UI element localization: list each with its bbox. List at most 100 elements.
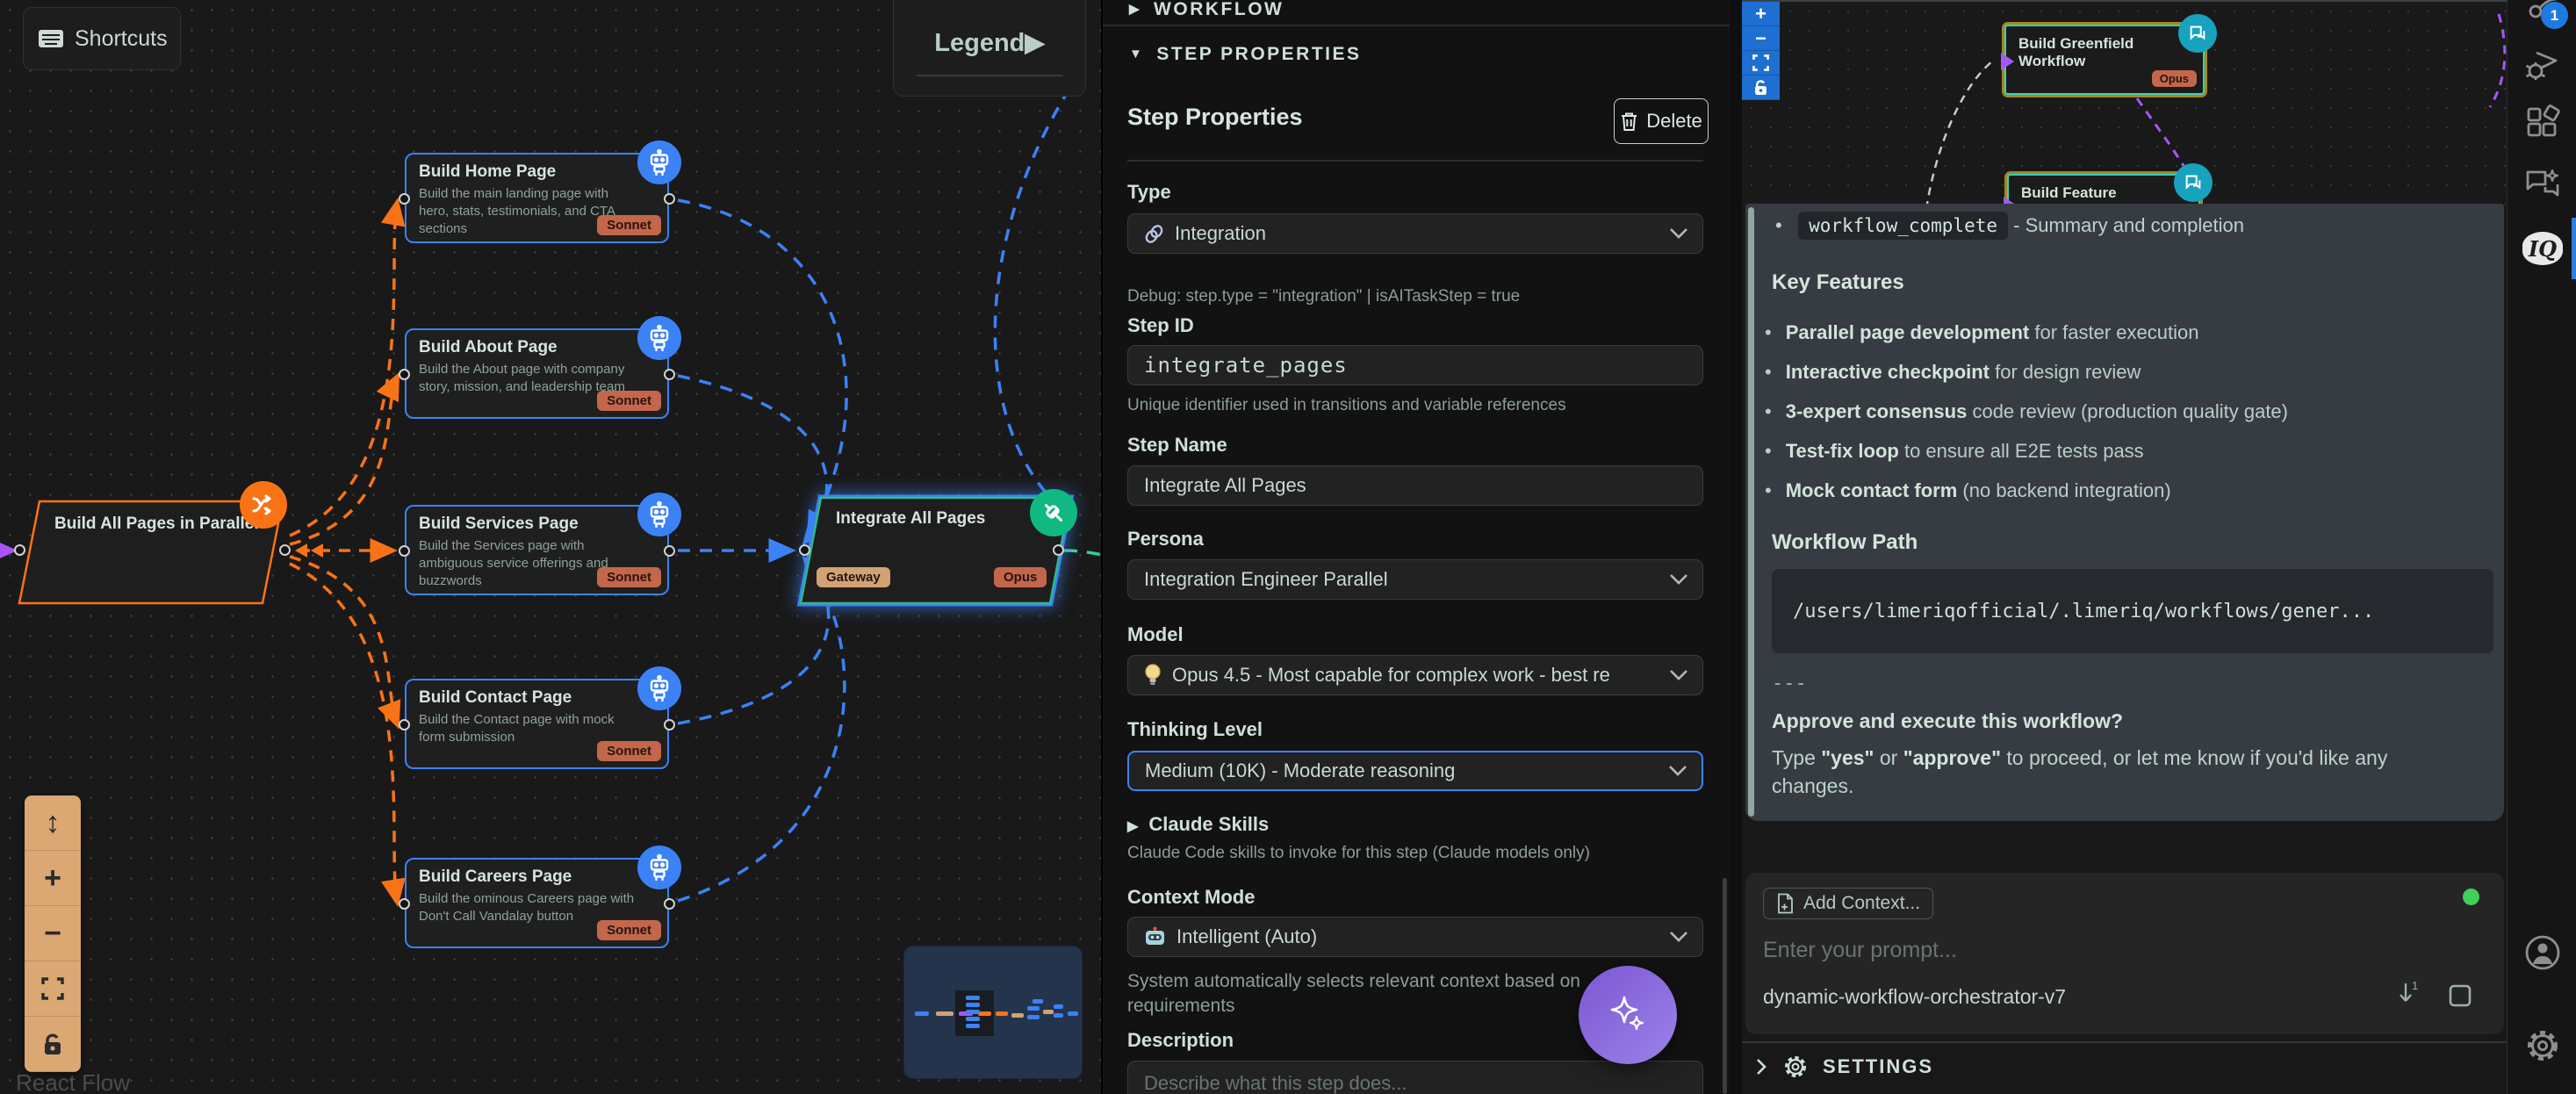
- notification-badge: 1: [2541, 2, 2568, 29]
- mini-fit-view-button[interactable]: [1742, 51, 1780, 76]
- legend-label: Legend▶: [894, 27, 1085, 58]
- task-node[interactable]: Build Services PageBuild the Services pa…: [405, 505, 669, 595]
- keyboard-icon: [38, 29, 64, 48]
- minimap[interactable]: [904, 946, 1082, 1078]
- shortcuts-button[interactable]: Shortcuts: [23, 7, 181, 70]
- node-title: Build Services Page: [419, 515, 655, 534]
- zoom-out-button[interactable]: −: [25, 906, 81, 961]
- output-port[interactable]: [664, 898, 675, 910]
- output-port[interactable]: [664, 719, 675, 731]
- message-scrollbar[interactable]: [1748, 207, 1754, 817]
- workflow-canvas[interactable]: Shortcuts Legend▶ Build All Pages in Par…: [0, 0, 1101, 1094]
- legend-panel[interactable]: Legend▶: [893, 0, 1086, 97]
- integrate-node-title[interactable]: Integrate All Pages: [836, 509, 985, 529]
- node-title: Build Careers Page: [419, 867, 655, 887]
- feature-item: 3-expert consensus code review (producti…: [1765, 400, 2288, 423]
- mini-lock-button[interactable]: [1742, 76, 1780, 100]
- task-node[interactable]: Build Careers PageBuild the ominous Care…: [405, 858, 669, 948]
- chevron-down-icon: [1669, 931, 1688, 943]
- robot-icon: [637, 493, 681, 536]
- parallel-output-port[interactable]: [279, 544, 291, 556]
- parallel-node-title[interactable]: Build All Pages in Parallel: [54, 515, 274, 534]
- thinking-level-select[interactable]: Medium (10K) - Moderate reasoning: [1127, 751, 1703, 791]
- svg-text:1: 1: [2412, 980, 2418, 992]
- mini-node-feature[interactable]: Build Feature Workflow: [2007, 174, 2200, 205]
- output-port[interactable]: [664, 369, 675, 380]
- node-title: Build About Page: [419, 338, 655, 357]
- panel-scrollbar[interactable]: [1723, 878, 1727, 1094]
- task-node[interactable]: Build Home PageBuild the main landing pa…: [405, 153, 669, 243]
- agent-name[interactable]: dynamic-workflow-orchestrator-v7: [1763, 985, 2066, 1009]
- chat-sparkle-icon[interactable]: [2522, 164, 2563, 205]
- integrate-plug-icon[interactable]: [1030, 489, 1077, 536]
- lock-button[interactable]: [25, 1017, 81, 1072]
- assistant-panel: + − Build Greenfield Workflow Opus Build…: [1742, 0, 2507, 1094]
- output-port[interactable]: [664, 545, 675, 557]
- chevron-down-icon: [1668, 765, 1687, 777]
- input-port[interactable]: [399, 193, 410, 205]
- reactflow-attribution: React Flow: [16, 1069, 130, 1094]
- step-code-chip: workflow_complete: [1798, 212, 2008, 240]
- resize-handle-button[interactable]: ↕: [25, 795, 81, 851]
- parallel-input-port[interactable]: [14, 544, 25, 556]
- input-port[interactable]: [399, 545, 410, 557]
- debug-icon[interactable]: [2522, 44, 2563, 84]
- claude-skills-helper: Claude Code skills to invoke for this st…: [1127, 843, 1689, 864]
- chevron-down-icon: [1669, 669, 1688, 681]
- activity-bar: 1 IQ: [2507, 0, 2576, 1094]
- node-title: Build Contact Page: [419, 688, 655, 708]
- workflow-path-code[interactable]: /users/limeriqofficial/.limeriq/workflow…: [1772, 569, 2493, 653]
- prompt-input[interactable]: Enter your prompt...: [1763, 938, 1957, 963]
- ai-assistant-fab[interactable]: [1579, 966, 1677, 1064]
- task-node[interactable]: Build Contact PageBuild the Contact page…: [405, 679, 669, 769]
- input-port[interactable]: [399, 898, 410, 910]
- shortcuts-label: Shortcuts: [75, 26, 168, 52]
- type-select[interactable]: Integration: [1127, 213, 1703, 254]
- step-name-input[interactable]: Integrate All Pages: [1127, 465, 1703, 506]
- context-mode-label: Context Mode: [1127, 886, 1255, 909]
- gear-icon: [1782, 1054, 1809, 1080]
- fit-view-button[interactable]: [25, 961, 81, 1017]
- chevron-right-icon: ▶: [1129, 2, 1141, 17]
- task-node[interactable]: Build About PageBuild the About page wit…: [405, 328, 669, 419]
- mini-node-greenfield[interactable]: Build Greenfield Workflow Opus: [2004, 25, 2205, 95]
- edge-arrowhead: [2001, 53, 2014, 70]
- description-textarea[interactable]: Describe what this step does...: [1127, 1061, 1703, 1094]
- input-port[interactable]: [399, 719, 410, 731]
- integrate-input-port[interactable]: [799, 544, 810, 556]
- persona-select[interactable]: Integration Engineer Parallel: [1127, 559, 1703, 600]
- checkpoint-chat-icon: [2174, 163, 2213, 202]
- robot-face-icon: [1144, 926, 1166, 948]
- import-arrow-icon[interactable]: 1: [2393, 980, 2423, 1011]
- model-badge: Sonnet: [597, 920, 661, 940]
- integrate-output-port[interactable]: [1053, 544, 1064, 556]
- active-indicator: [2572, 218, 2576, 279]
- trash-icon: [1620, 112, 1638, 132]
- step-properties-section-header[interactable]: ▼STEP PROPERTIES: [1129, 44, 1362, 65]
- zoom-in-button[interactable]: +: [25, 851, 81, 906]
- claude-skills-header[interactable]: ▶Claude Skills: [1127, 813, 1269, 836]
- mini-zoom-out-button[interactable]: −: [1742, 26, 1780, 51]
- input-port[interactable]: [399, 369, 410, 380]
- step-id-input[interactable]: integrate_pages: [1127, 345, 1703, 385]
- iq-logo[interactable]: IQ: [2522, 228, 2563, 269]
- workflow-section-header[interactable]: ▶WORKFLOW: [1103, 0, 1730, 26]
- panel-title: Step Properties: [1127, 104, 1303, 131]
- model-select[interactable]: Opus 4.5 - Most capable for complex work…: [1127, 655, 1703, 695]
- delete-step-button[interactable]: Delete: [1614, 98, 1709, 144]
- approve-body: Type "yes" or "approve" to proceed, or l…: [1772, 745, 2474, 800]
- mini-opus-badge: Opus: [2152, 70, 2197, 87]
- features-list: Parallel page development for faster exe…: [1765, 321, 2288, 519]
- assistant-mini-canvas[interactable]: + − Build Greenfield Workflow Opus Build…: [1742, 0, 2507, 205]
- account-icon[interactable]: [2522, 932, 2563, 973]
- settings-gear-icon[interactable]: [2522, 1026, 2563, 1066]
- stop-square-icon[interactable]: [2448, 983, 2472, 1008]
- context-mode-select[interactable]: Intelligent (Auto): [1127, 917, 1703, 957]
- status-online-dot: [2463, 889, 2479, 905]
- extensions-icon[interactable]: [2522, 103, 2563, 143]
- mini-zoom-in-button[interactable]: +: [1742, 2, 1780, 26]
- parallel-icon[interactable]: [240, 481, 287, 529]
- add-context-button[interactable]: Add Context...: [1763, 888, 1933, 919]
- settings-section-header[interactable]: SETTINGS: [1754, 1054, 1933, 1080]
- output-port[interactable]: [664, 193, 675, 205]
